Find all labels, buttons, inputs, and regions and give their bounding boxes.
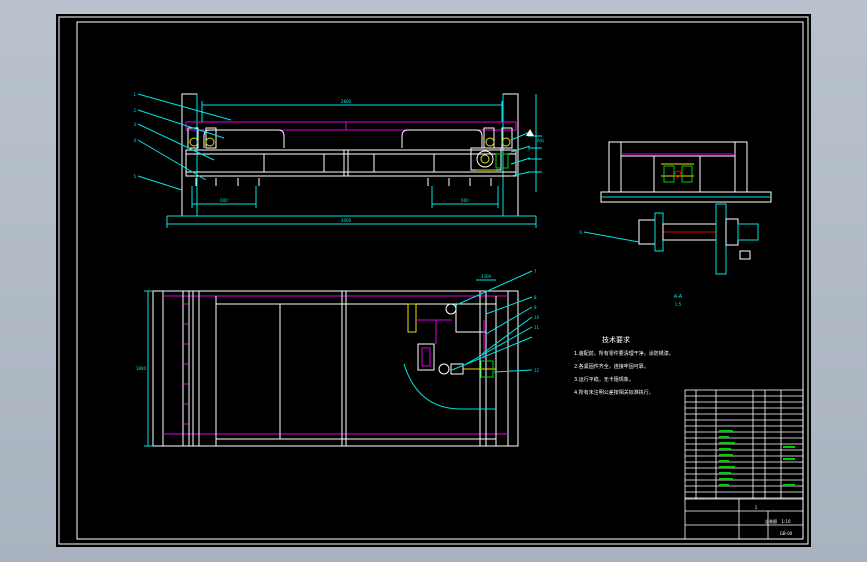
callout-10: 10 <box>534 315 540 320</box>
sheet-number: 1 <box>755 505 758 510</box>
tech-req-item: 4.所有未注明公差按相关标准执行。 <box>574 389 654 396</box>
plan-pulley <box>438 363 450 375</box>
callout-8: 8 <box>534 295 537 300</box>
dim-plan-width: 1800 <box>136 366 147 371</box>
tech-req-item: 3.运行平稳，无卡阻现象。 <box>574 376 634 383</box>
callout-9: 9 <box>534 305 537 310</box>
side-left-post <box>608 141 622 193</box>
callout-1: 1 <box>133 92 136 97</box>
plan-trolley <box>455 303 487 333</box>
side-body <box>620 155 736 193</box>
side-view-label: A-A <box>674 294 683 300</box>
left-end-column <box>181 93 198 217</box>
right-drive-unit <box>470 147 509 171</box>
plan-coupling <box>450 363 464 375</box>
dim-plan-length: 3300 <box>481 274 492 279</box>
anchor-bolts <box>195 178 492 186</box>
plan-end-beam <box>192 290 200 447</box>
drive-wheel <box>485 137 495 147</box>
dim-top-span: 2800 <box>341 99 352 104</box>
plan-leaders <box>451 270 533 373</box>
plan-bolt-marks <box>184 303 188 425</box>
callout-4: 4 <box>133 138 136 143</box>
title-block: 总装图 1:10 GB-00 1 <box>684 389 804 540</box>
top-rail <box>185 121 517 131</box>
right-trolley-frame <box>401 129 483 148</box>
plan-motor-core <box>421 347 431 367</box>
tech-req-item: 1.装配前，所有零件要清理干净，涂防锈漆。 <box>574 350 674 357</box>
dim-right-gap: 600 <box>461 198 469 203</box>
callout-11: 11 <box>534 325 540 330</box>
scale-text: 1:10 <box>782 519 791 524</box>
side-drive-shaft <box>638 203 759 275</box>
plan-end-beam <box>182 290 190 447</box>
section-arrow <box>526 129 534 136</box>
title-text: 总装图 <box>765 518 777 524</box>
side-leader <box>583 231 640 243</box>
side-right-post <box>734 141 748 193</box>
plan-bracket <box>407 303 417 333</box>
technical-requirements: 技术要求 1.装配前，所有零件要清理干净，涂防锈漆。 2.各紧固件齐全，连接牢固… <box>574 335 674 396</box>
cad-viewport[interactable]: 2800 3000 600 600 1 2 3 4 5 A向 6 A-A 1:5… <box>0 0 867 562</box>
side-view-scale: 1:5 <box>675 302 682 307</box>
plan-dimensions <box>144 279 496 447</box>
callout-3: 3 <box>133 122 136 127</box>
callout-2: 2 <box>133 108 136 113</box>
title-block-frame <box>684 389 804 540</box>
dim-overall-width: 3000 <box>341 218 352 223</box>
side-view[interactable]: 6 A-A 1:5 <box>579 141 772 307</box>
side-label: A向 <box>537 137 544 143</box>
tech-req-item: 2.各紧固件齐全，连接牢固可靠。 <box>574 363 649 370</box>
drawing-sheet[interactable]: 2800 3000 600 600 1 2 3 4 5 A向 6 A-A 1:5… <box>56 14 811 547</box>
side-gear <box>681 165 693 183</box>
tech-req-title: 技术要求 <box>602 335 630 344</box>
assembly-drawing: 2800 3000 600 600 1 2 3 4 5 A向 6 A-A 1:5… <box>58 16 809 545</box>
drive-wheel <box>205 137 215 147</box>
side-gearbox <box>653 155 701 193</box>
plan-swing-arc <box>403 363 496 410</box>
dim-left-gap: 600 <box>220 198 228 203</box>
inner-border <box>76 21 804 540</box>
plan-view[interactable]: 7 8 9 10 11 12 1800 3300 <box>136 269 540 447</box>
drawing-number: GB-00 <box>780 531 793 536</box>
callout-7: 7 <box>534 269 537 274</box>
side-gear <box>663 165 675 183</box>
front-view[interactable]: 2800 3000 600 600 1 2 3 4 5 A向 <box>133 92 544 228</box>
callout-5: 5 <box>133 174 136 179</box>
callout-6: 6 <box>579 230 582 235</box>
callout-12: 12 <box>534 368 540 373</box>
dimensions-front <box>166 94 542 228</box>
